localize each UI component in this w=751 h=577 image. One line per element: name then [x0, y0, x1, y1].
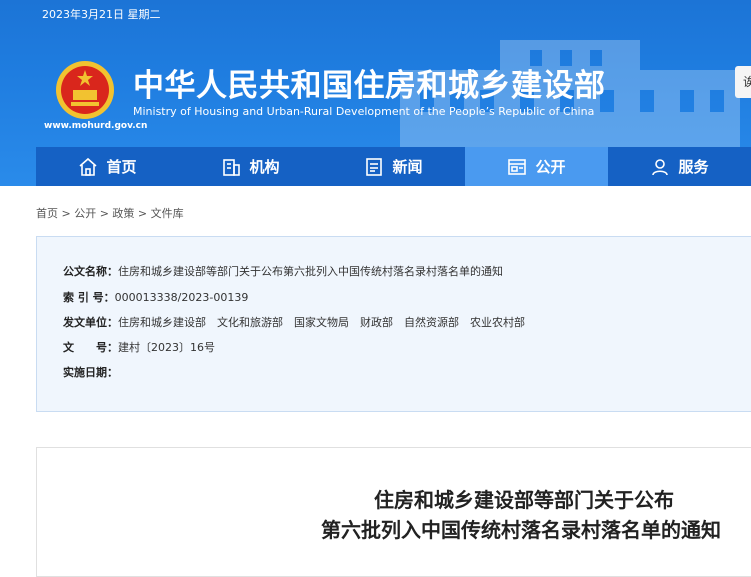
disclosure-icon	[508, 158, 527, 175]
docno-row: 文 号：建村〔2023〕16号	[63, 339, 215, 355]
doc-name-value: 住房和城乡建设部等部门关于公布第六批列入中国传统村落名录村落名单的通知	[118, 265, 503, 278]
nav-label: 服务	[678, 158, 709, 176]
site-subtitle: Ministry of Housing and Urban-Rural Deve…	[133, 105, 595, 118]
document-title-line1: 住房和城乡建设部等部门关于公布	[374, 488, 674, 512]
docno-label: 文 号：	[63, 341, 118, 354]
main-nav: 首页 机构 新闻 公开 服务	[36, 147, 751, 186]
doc-name-label: 公文名称：	[63, 265, 118, 278]
index-value: 000013338/2023-00139	[114, 291, 249, 304]
nav-label: 机构	[249, 158, 280, 176]
home-icon	[79, 157, 98, 176]
nav-label: 新闻	[392, 158, 423, 176]
issuer-value: 住房和城乡建设部 文化和旅游部 国家文物局 财政部 自然资源部 农业农村部	[118, 316, 525, 329]
building-icon	[223, 158, 241, 176]
nav-item-news[interactable]: 新闻	[322, 147, 465, 186]
index-label: 索 引 号：	[63, 291, 115, 304]
nav-item-home[interactable]: 首页	[36, 147, 179, 186]
docno-value: 建村〔2023〕16号	[118, 341, 215, 354]
document-title-line2: 第六批列入中国传统村落名录村落名单的通知	[321, 518, 721, 542]
nav-item-service[interactable]: 服务	[608, 147, 751, 186]
nav-item-disclosure[interactable]: 公开	[465, 147, 608, 186]
national-emblem-icon	[56, 61, 114, 119]
issuer-row: 发文单位：住房和城乡建设部 文化和旅游部 国家文物局 财政部 自然资源部 农业农…	[63, 314, 525, 330]
index-row: 索 引 号：000013338/2023-00139	[63, 289, 248, 305]
date-label: 实施日期：	[63, 366, 118, 379]
date-row: 实施日期：	[63, 364, 118, 380]
news-icon	[366, 157, 383, 176]
issuer-label: 发文单位：	[63, 316, 118, 329]
nav-label: 首页	[106, 158, 137, 176]
site-title[interactable]: 中华人民共和国住房和城乡建设部	[133, 60, 606, 105]
current-date: 2023年3月21日 星期二	[42, 8, 161, 21]
service-icon	[652, 158, 669, 175]
site-url: www.mohurd.gov.cn	[44, 121, 148, 131]
doc-name-row: 公文名称：住房和城乡建设部等部门关于公布第六批列入中国传统村落名录村落名单的通知	[63, 263, 503, 279]
nav-label: 公开	[535, 158, 566, 176]
side-button[interactable]: 诶	[735, 66, 751, 98]
breadcrumb[interactable]: 首页 > 公开 > 政策 > 文件库	[36, 205, 184, 221]
nav-item-organization[interactable]: 机构	[179, 147, 322, 186]
